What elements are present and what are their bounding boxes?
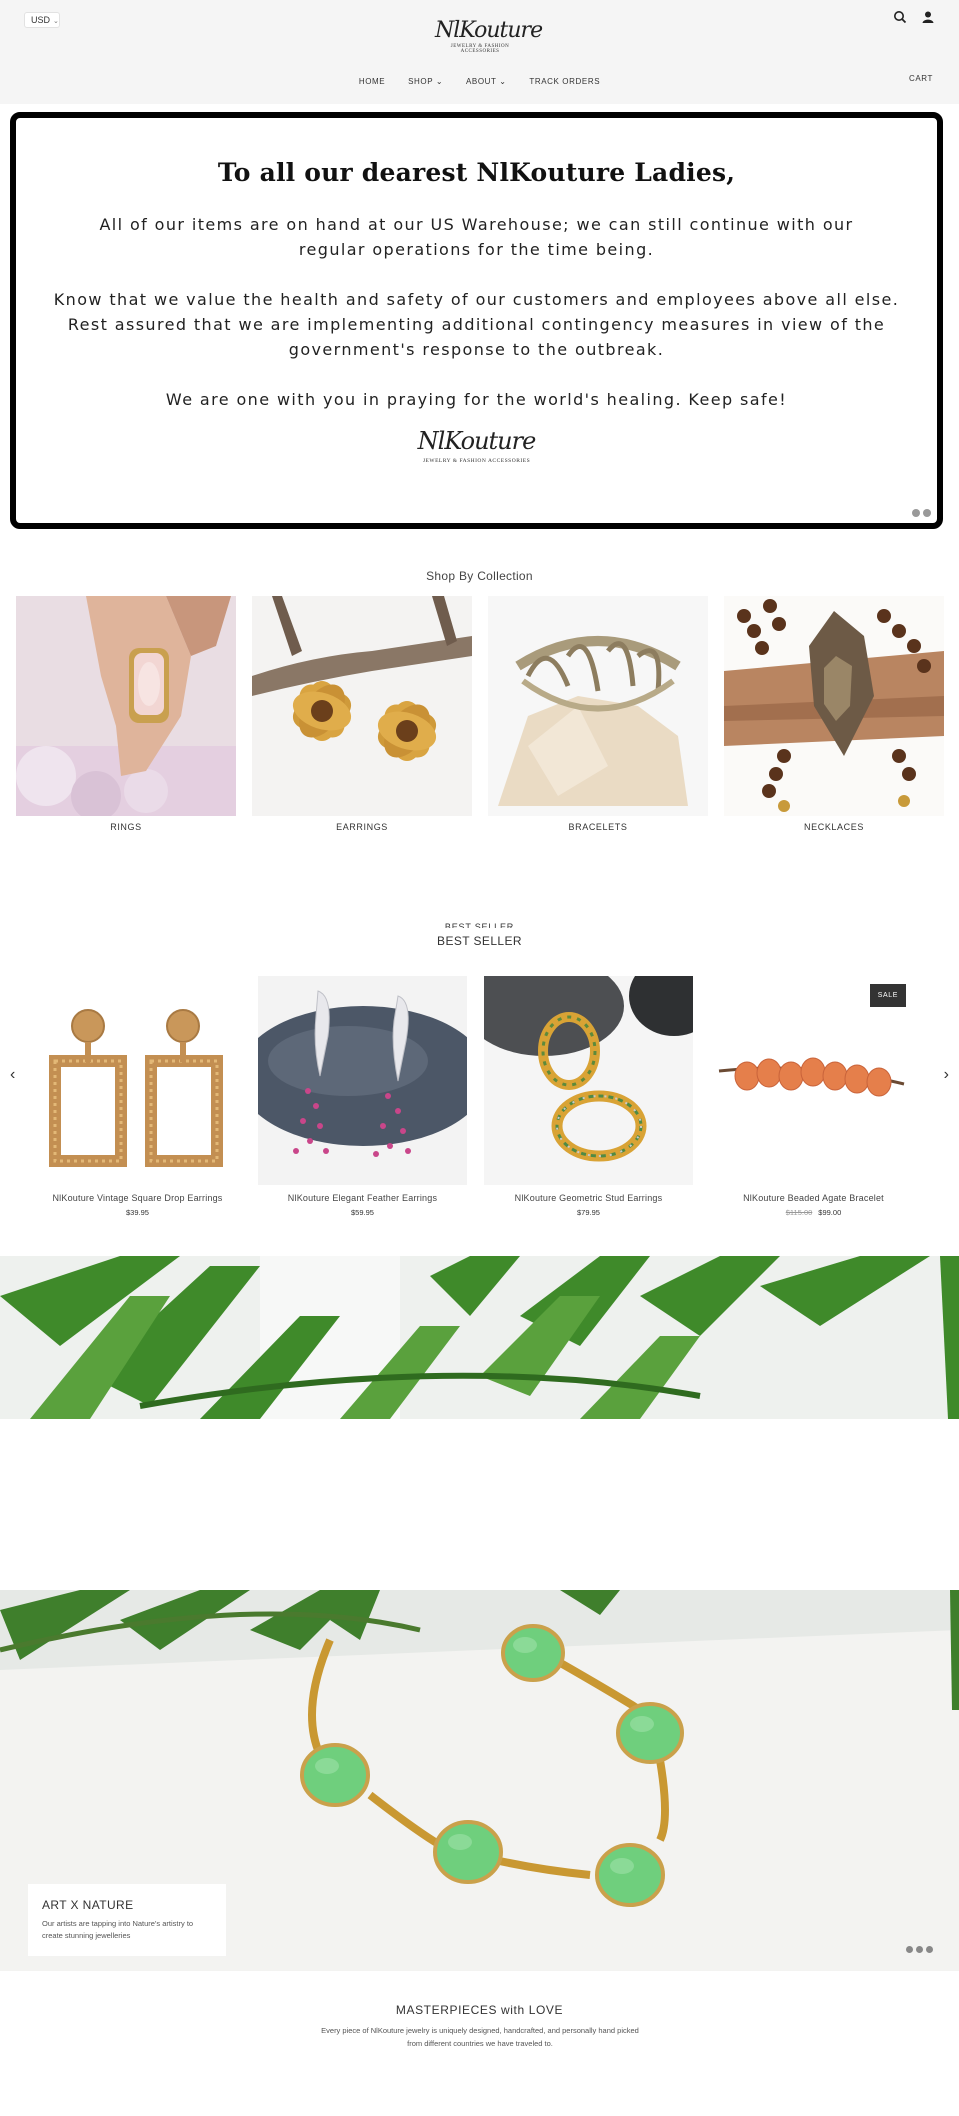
collection-necklaces[interactable]: NECKLACES (724, 596, 944, 832)
account-icon[interactable] (921, 10, 935, 24)
hero-slider-dots (906, 1946, 933, 1953)
product-card[interactable]: NlKouture Geometric Stud Earrings $79.95 (484, 976, 693, 1217)
carousel-prev-arrow[interactable]: ‹ (10, 1066, 15, 1084)
currency-selector[interactable]: USD ⌄ (24, 12, 60, 28)
logo-script: NlKouture (435, 18, 543, 43)
slider-dots (912, 509, 931, 517)
cart-link[interactable]: CART (909, 74, 933, 83)
announcement-paragraph: We are one with you in praying for the w… (165, 390, 788, 409)
product-price: $39.95 (126, 1208, 149, 1217)
masterpieces-text: Every piece of NlKouture jewelry is uniq… (321, 2026, 639, 2048)
collection-rings[interactable]: RINGS (16, 596, 236, 832)
announcement-paragraph: All of our items are on hand at our US W… (99, 215, 854, 259)
logo-tagline: JEWELRY & FASHION ACCESSORIES (422, 458, 531, 464)
chevron-down-icon: ⌄ (53, 18, 59, 25)
product-price: $79.95 (577, 1208, 600, 1217)
collection-label[interactable]: NECKLACES (724, 822, 944, 832)
best-seller-title-peek: BEST SELLER (444, 922, 515, 928)
product-name[interactable]: NlKouture Elegant Feather Earrings (258, 1193, 467, 1203)
collection-label[interactable]: EARRINGS (252, 822, 472, 832)
product-name[interactable]: NlKouture Geometric Stud Earrings (484, 1193, 693, 1203)
logo-tagline: JEWELRY & FASHION ACCESSORIES (450, 44, 510, 54)
product-image[interactable] (33, 976, 242, 1185)
product-card[interactable]: SALE NlKouture Beaded Agate Bracelet $11… (709, 976, 918, 1217)
hero-heading: ART X NATURE (42, 1898, 134, 1912)
collection-earrings[interactable]: EARRINGS (252, 596, 472, 832)
product-card[interactable]: NlKouture Elegant Feather Earrings $59.9… (258, 976, 467, 1217)
hero-caption-card: ART X NATURE Our artists are tapping int… (28, 1884, 226, 1956)
product-image[interactable] (484, 976, 693, 1185)
slider-dot[interactable] (926, 1946, 933, 1953)
product-sale-price: $99.00 (818, 1208, 842, 1217)
product-name[interactable]: NlKouture Beaded Agate Bracelet (709, 1193, 918, 1203)
announcement-paragraph: Know that we value the health and safety… (53, 290, 900, 359)
sale-badge: SALE (869, 984, 906, 1007)
announcement-banner: To all our dearest NlKouture Ladies, All… (10, 112, 943, 529)
product-image[interactable] (258, 976, 467, 1185)
slider-dot[interactable] (906, 1946, 913, 1953)
earrings-image[interactable] (252, 596, 472, 816)
masterpieces-title: MASTERPIECES with LOVE (395, 2003, 564, 2017)
product-name[interactable]: NlKouture Vintage Square Drop Earrings (33, 1193, 242, 1203)
rings-image[interactable] (16, 596, 236, 816)
main-nav: HOME SHOP ⌄ ABOUT ⌄ TRACK ORDERS (0, 77, 959, 86)
product-image[interactable]: SALE (709, 976, 918, 1185)
collection-section-title: Shop By Collection (426, 569, 533, 583)
nav-shop[interactable]: SHOP ⌄ (408, 77, 443, 86)
slider-dot[interactable] (923, 509, 931, 517)
nav-about-label: ABOUT (465, 77, 497, 86)
collection-label[interactable]: RINGS (16, 822, 236, 832)
product-price: $59.95 (351, 1208, 374, 1217)
carousel-next-arrow[interactable]: › (944, 1066, 949, 1084)
site-header: USD ⌄ NlKouture JEWELRY & FASHION ACCESSO… (0, 0, 959, 104)
hero-text: Our artists are tapping into Nature's ar… (42, 1919, 194, 1940)
site-logo[interactable]: NlKouture JEWELRY & FASHION ACCESSORIES (435, 18, 543, 62)
search-icon[interactable] (893, 10, 907, 24)
nav-home[interactable]: HOME (359, 77, 385, 86)
collection-label[interactable]: BRACELETS (488, 822, 708, 832)
slider-dot[interactable] (916, 1946, 923, 1953)
fern-banner-image (0, 1256, 959, 1419)
chevron-down-icon: ⌄ (499, 77, 507, 86)
nav-track-orders[interactable]: TRACK ORDERS (529, 77, 600, 86)
currency-label: USD (31, 15, 51, 25)
nav-shop-label: SHOP (408, 77, 434, 86)
slider-dot[interactable] (912, 509, 920, 517)
product-old-price: $115.00 (785, 1208, 813, 1217)
product-price: $115.00 $99.00 (709, 1208, 918, 1217)
nav-about[interactable]: ABOUT ⌄ (466, 77, 507, 86)
announcement-title: To all our dearest NlKouture Ladies, (217, 158, 736, 187)
chevron-down-icon: ⌄ (435, 77, 444, 86)
best-seller-title: BEST SELLER (437, 934, 522, 948)
product-card[interactable]: NlKouture Vintage Square Drop Earrings $… (33, 976, 242, 1217)
announcement-logo: NlKouture JEWELRY & FASHION ACCESSORIES (417, 424, 537, 464)
necklaces-image[interactable] (724, 596, 944, 816)
logo-script: NlKouture (417, 427, 537, 455)
bracelets-image[interactable] (488, 596, 708, 816)
collection-bracelets[interactable]: BRACELETS (488, 596, 708, 832)
